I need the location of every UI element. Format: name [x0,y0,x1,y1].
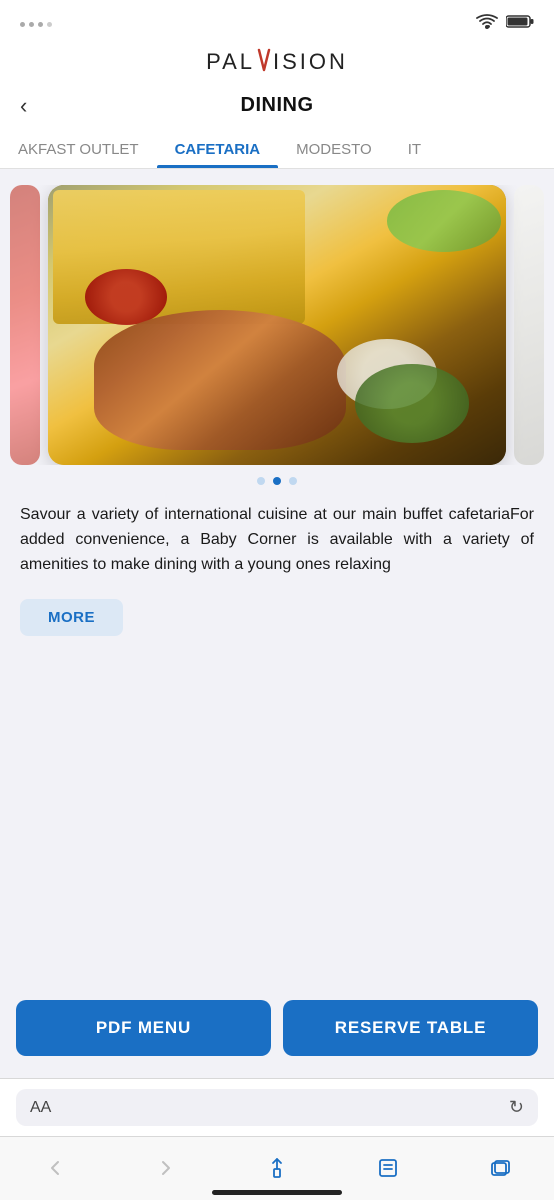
signal-dot [20,22,25,27]
carousel-track [10,185,544,465]
app-logo: PAL ISION [206,48,348,76]
browser-forward-button[interactable] [144,1146,188,1190]
logo-text-part2: ISION [273,49,348,75]
spacer [0,656,554,796]
browser-tabs-button[interactable] [477,1146,521,1190]
tab-modesto[interactable]: MODESTO [278,129,390,168]
carousel-dot-1[interactable] [257,477,265,485]
bottom-actions: PDF MENU RESERVE TABLE [0,986,554,1070]
signal-dots [20,22,52,27]
signal-dot [38,22,43,27]
image-carousel[interactable] [0,185,554,465]
browser-share-button[interactable] [255,1146,299,1190]
signal-dot [47,22,52,27]
carousel-dot-2[interactable] [273,477,281,485]
tab-cafetaria[interactable]: CAFETARIA [157,129,279,168]
reserve-table-button[interactable]: RESERVE TABLE [283,1000,538,1056]
page-title: DINING [20,94,534,117]
back-button[interactable]: ‹ [20,93,27,119]
signal-dot [29,22,34,27]
battery-icon [506,14,534,34]
tab-it[interactable]: IT [390,129,439,168]
wifi-icon [476,14,498,35]
more-button[interactable]: MORE [20,599,123,636]
reload-button[interactable]: ↻ [509,1097,524,1118]
carousel-dots [0,477,554,485]
carousel-side-right [514,185,544,465]
restaurant-description: Savour a variety of international cuisin… [0,485,554,585]
logo-text-part1: PAL [206,49,255,75]
browser-bar: AA ↻ [0,1078,554,1136]
food-photo [48,185,506,465]
header: ‹ DINING [0,86,554,129]
tabs-container: AKFAST OUTLET CAFETARIA MODESTO IT [0,129,554,169]
browser-back-button[interactable] [33,1146,77,1190]
carousel-dot-3[interactable] [289,477,297,485]
browser-bookmarks-button[interactable] [366,1146,410,1190]
pdf-menu-button[interactable]: PDF MENU [16,1000,271,1056]
logo-area: PAL ISION [0,44,554,86]
browser-address-bar[interactable]: AA ↻ [16,1089,538,1126]
status-icons [476,14,534,35]
more-button-wrap: MORE [0,585,554,656]
content-area: Savour a variety of international cuisin… [0,169,554,796]
logo-v-icon [256,48,272,76]
tab-breakfast[interactable]: AKFAST OUTLET [0,129,157,168]
logo-accent-wrap [255,48,273,76]
text-size-button[interactable]: AA [30,1099,51,1117]
carousel-main-image [48,185,506,465]
carousel-side-left [10,185,40,465]
home-indicator [212,1190,342,1195]
status-bar [0,0,554,44]
